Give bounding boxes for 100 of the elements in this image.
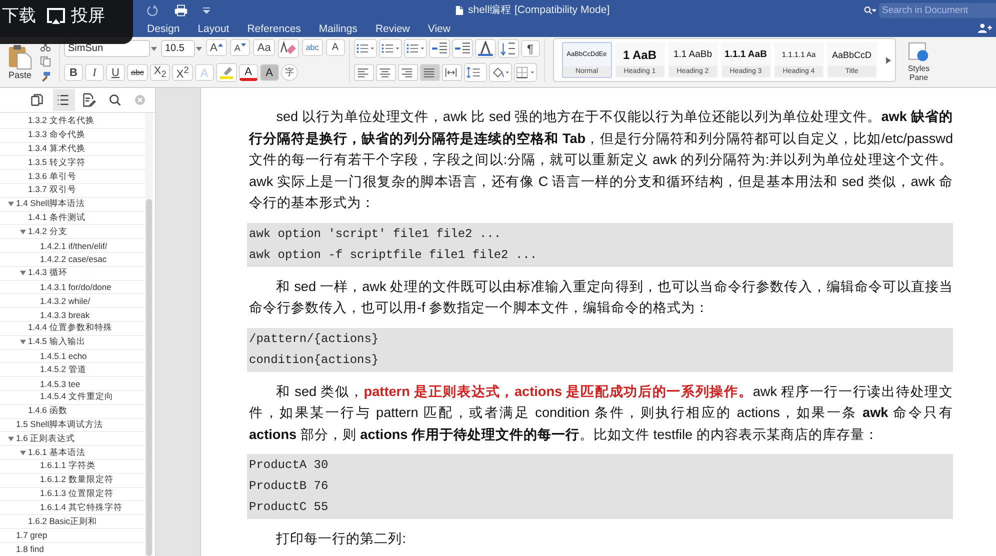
grow-font-button[interactable]: A <box>206 39 228 56</box>
disclosure-triangle-icon[interactable] <box>8 201 14 208</box>
multilevel-list-icon[interactable] <box>404 39 427 58</box>
dropdown-caret-icon[interactable] <box>151 46 157 50</box>
scrollbar-thumb[interactable] <box>146 199 152 556</box>
outline-item[interactable]: 1.4.2 分支 <box>28 226 68 238</box>
outline-item[interactable]: 1.4.1 条件测试 <box>28 212 86 224</box>
ribbon-tab[interactable]: View <box>418 21 460 37</box>
outline-item[interactable]: 1.6.1.1 字符类 <box>40 460 96 472</box>
outline-item[interactable]: 1.6.1.4 其它特殊字符 <box>40 502 122 514</box>
disclosure-triangle-icon[interactable] <box>20 228 26 235</box>
caret-icon[interactable] <box>202 7 211 14</box>
outline-item[interactable]: 1.4.5 输入输出 <box>28 336 86 348</box>
code-line: ProductC 55 <box>249 499 330 516</box>
outline-item[interactable]: 1.4.5.4 文件重定向 <box>40 391 114 404</box>
font-color-button[interactable]: A <box>238 64 258 81</box>
dropdown-caret-icon[interactable] <box>196 46 202 50</box>
outline-item[interactable]: 1.3.3 命令代换 <box>28 129 86 142</box>
disclosure-triangle-icon[interactable] <box>20 339 26 346</box>
ribbon-tab[interactable]: Layout <box>188 21 238 37</box>
outline-item[interactable]: 1.3.7 双引号 <box>28 184 76 196</box>
outline-item[interactable]: 1.7 grep <box>16 530 48 540</box>
sort-icon[interactable] <box>498 39 519 58</box>
outline-item[interactable]: 1.4.5.2 管道 <box>40 364 86 376</box>
line-spacing-icon[interactable] <box>464 63 487 82</box>
outline-item[interactable]: 1.3.5 转义字符 <box>28 156 86 169</box>
disclosure-triangle-icon[interactable] <box>20 450 26 456</box>
outline-item[interactable]: 1.5 Shell脚本调试方法 <box>16 418 104 431</box>
asian-layout-icon[interactable] <box>474 39 496 58</box>
disclosure-triangle-icon[interactable] <box>8 436 14 442</box>
justify-align-button[interactable] <box>420 64 440 81</box>
print-icon[interactable] <box>174 4 188 17</box>
screen-cast-icon <box>46 7 66 25</box>
outline-item[interactable]: 1.3.4 算术代换 <box>28 142 86 155</box>
borders-icon[interactable] <box>514 63 537 82</box>
italic-button[interactable]: I <box>85 64 104 81</box>
left-align-button[interactable] <box>354 64 374 81</box>
outline-item[interactable]: 1.4.5.3 tee <box>40 378 80 389</box>
outline-item[interactable]: 1.4.3 循环 <box>28 267 68 280</box>
outline-item[interactable]: 1.3.2 文件名代换 <box>28 115 94 128</box>
phonetic-guide-button[interactable]: abc <box>302 39 323 56</box>
strikethrough-button[interactable]: abc <box>127 64 148 81</box>
right-align-button[interactable] <box>398 64 418 81</box>
character-border-button[interactable]: A <box>326 39 345 56</box>
copy-icon[interactable] <box>40 56 51 67</box>
increase-indent-icon[interactable] <box>452 39 473 58</box>
paste-button[interactable]: Paste <box>8 44 32 80</box>
subscript-button[interactable]: X$_{2}$ <box>150 64 170 81</box>
underline-button[interactable]: U <box>106 64 125 81</box>
cast-button[interactable]: 投屏 <box>44 5 107 27</box>
outline-item[interactable]: 1.4 Shell脚本语法 <box>16 198 86 210</box>
outline-item[interactable]: 1.8 find <box>16 544 44 554</box>
outline-item[interactable]: 1.4.2.2 case/esac <box>40 254 107 264</box>
highlighter-icon[interactable] <box>216 63 237 82</box>
outline-item[interactable]: 1.4.3.2 while/ <box>40 296 90 306</box>
redo-icon[interactable] <box>146 4 160 17</box>
shrink-font-button[interactable]: A <box>230 39 250 56</box>
center-align-button[interactable] <box>376 64 396 81</box>
superscript-button[interactable]: X$^{2}$ <box>172 64 193 81</box>
paint-bucket-icon[interactable] <box>488 63 512 82</box>
share-person-icon[interactable] <box>978 23 992 34</box>
enclose-characters-button[interactable]: 字 <box>280 64 298 81</box>
ribbon-tab[interactable]: References <box>238 21 310 37</box>
styles-pane-button[interactable]: Styles Pane <box>902 42 936 82</box>
change-case-button[interactable]: Aa <box>253 39 275 56</box>
outline-item[interactable]: 1.6.2 Basic正则和 <box>28 516 98 528</box>
outline-item[interactable]: 1.4.3.1 for/do/done <box>40 282 112 292</box>
bold-button[interactable]: B <box>64 64 83 81</box>
ribbon-tab[interactable]: Review <box>366 21 419 37</box>
show-formatting-button[interactable]: ¶ <box>520 40 540 57</box>
outline-item[interactable]: 1.6.1.3 位置限定符 <box>40 488 114 500</box>
scissors-icon[interactable] <box>40 41 51 52</box>
document-icon <box>455 4 464 16</box>
outline-item[interactable]: 1.4.2.1 if/then/elif/ <box>40 240 108 251</box>
paintbrush-icon[interactable] <box>40 71 51 82</box>
justify-align-icon <box>422 67 435 78</box>
outline-item[interactable]: 1.6 正则表达式 <box>16 432 76 445</box>
outline-item[interactable]: 1.4.3.3 break <box>40 310 90 320</box>
clipboard-icon <box>8 44 32 70</box>
outline-item[interactable]: 1.6.1 基本语法 <box>28 446 86 459</box>
disclosure-triangle-icon[interactable] <box>20 270 26 276</box>
ribbon-tab[interactable]: Design <box>138 21 189 37</box>
outline-item[interactable]: 1.4.5.1 echo <box>40 350 87 361</box>
expand-arrow-icon[interactable] <box>886 56 891 64</box>
search-field[interactable]: Search in Document <box>879 3 996 18</box>
distribute-align-button[interactable] <box>442 64 462 81</box>
eraser-icon[interactable] <box>278 39 299 58</box>
numbered-list-icon[interactable] <box>378 39 402 58</box>
outline-item[interactable]: 1.4.4 位置参数和特殊 <box>28 322 112 334</box>
bullet-list-icon[interactable] <box>354 39 377 58</box>
code-line: ProductA 30 <box>249 457 330 474</box>
character-shading-button[interactable]: A <box>260 64 279 81</box>
decrease-indent-icon[interactable] <box>428 39 450 58</box>
font-size-field[interactable]: 10.5 <box>161 40 195 57</box>
outline-item[interactable]: 1.4.6 函数 <box>28 405 68 418</box>
outline-item[interactable]: 1.6.1.2 数量限定符 <box>40 474 114 486</box>
outline-item[interactable]: 1.3.6 单引号 <box>28 170 76 183</box>
ribbon-tab[interactable]: Mailings <box>310 21 366 37</box>
download-button[interactable]: 下载 <box>0 5 38 27</box>
outline-tab[interactable] <box>53 89 75 111</box>
